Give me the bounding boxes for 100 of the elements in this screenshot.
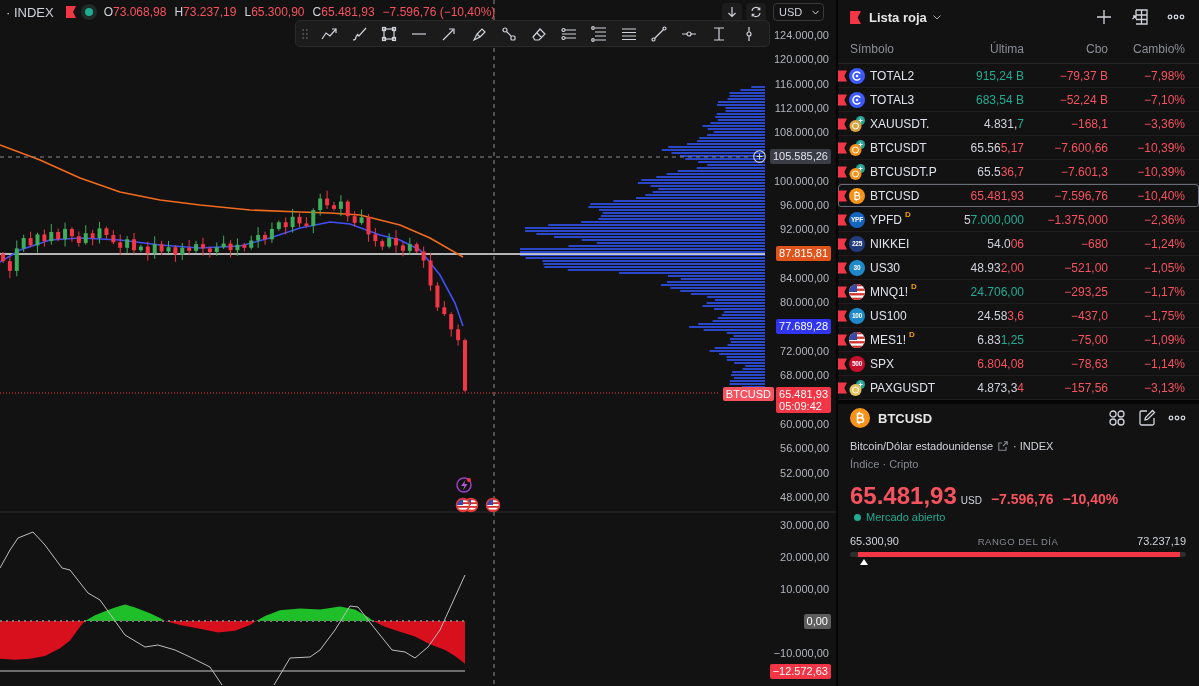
caret-icon[interactable] <box>932 14 941 20</box>
scroll-down-button[interactable] <box>722 3 742 21</box>
add-icon[interactable] <box>1095 8 1113 26</box>
diagonal-line-icon[interactable] <box>650 24 668 43</box>
price-change: −7.596,76 <box>1054 188 1108 203</box>
price-change: −52,24 B <box>1059 92 1108 107</box>
watchlist-row[interactable]: BTCUSDT 65.565,17 −7.600,66 −10,39% <box>838 136 1199 160</box>
symbol-name: BTCUSDT <box>870 140 927 155</box>
axis-label: 80.000,00 <box>780 296 829 309</box>
last-price: 65.481,93 <box>850 482 957 510</box>
price-change: −7.596,76 <box>990 491 1054 507</box>
column-header[interactable]: Cambio% <box>1132 41 1185 56</box>
last-price: 24.583,6 <box>977 308 1024 323</box>
axis-label: 56.000,00 <box>780 442 829 455</box>
edit-icon[interactable] <box>1138 409 1156 427</box>
symbol-name: US30 <box>870 260 901 275</box>
price-change: −680 <box>1080 236 1108 251</box>
last-price-value: 65.481,93 <box>779 387 828 400</box>
axis-label: 20.000,00 <box>780 551 829 564</box>
last-price: 915,24 B <box>975 68 1024 83</box>
watchlist-row[interactable]: BTCUSD 65.481,93 −7.596,76 −10,40% <box>838 184 1199 208</box>
bitcoin-icon <box>850 408 870 428</box>
symbol-title[interactable]: · INDEX <box>6 4 54 20</box>
symbol-name: BTCUSD <box>870 188 920 203</box>
symbol-name: XAUUSDT. <box>870 116 930 131</box>
price-change: −7.601,3 <box>1060 164 1108 179</box>
percent-change: −1,09% <box>1143 332 1185 347</box>
us-flag-icon[interactable] <box>455 497 471 513</box>
last-price: 65.536,7 <box>977 164 1024 179</box>
watchlist-row[interactable]: MES1! D 6.831,25 −75,00 −1,09% <box>838 328 1199 352</box>
list-title[interactable]: Lista roja <box>869 9 927 25</box>
percent-change: −2,36% <box>1143 212 1185 227</box>
flag-icon[interactable] <box>850 10 861 24</box>
last-price: 48.932,00 <box>970 260 1024 275</box>
percent-change: −10,40% <box>1137 188 1185 203</box>
sync-button[interactable] <box>746 3 766 21</box>
axis-label: 72.000,00 <box>780 345 829 358</box>
ohlc-value: C65.481,93 <box>312 5 375 19</box>
us-flag-icon[interactable] <box>485 497 501 513</box>
axis-label: 30.000,00 <box>780 519 829 532</box>
flag-icon[interactable] <box>65 6 76 18</box>
last-price: 6.831,25 <box>977 332 1024 347</box>
price-change: −79,37 B <box>1059 68 1108 83</box>
axis-label: 60.000,00 <box>780 418 829 430</box>
watchlist-row[interactable]: BTCUSDT.P 65.536,7 −7.601,3 −10,39% <box>838 160 1199 184</box>
circular-arrows-icon <box>750 6 762 18</box>
axis-label: 100.000,00 <box>773 174 829 187</box>
watchlist-row[interactable]: XAUUSDT. 4.831,7 −168,1 −3,36% <box>838 112 1199 136</box>
external-link-icon[interactable] <box>998 441 1009 451</box>
column-header[interactable]: Cbo <box>1086 41 1108 56</box>
symbol-name: US100 <box>870 308 907 323</box>
range-low: 65.300,90 <box>850 535 899 547</box>
column-header[interactable]: Símbolo <box>850 41 895 56</box>
symbol-name: MES1! <box>870 332 906 347</box>
axis-label: −10.000,00 <box>773 647 829 660</box>
last-price: 54.006 <box>987 236 1024 251</box>
zero-value-tag: 0,00 <box>803 613 831 629</box>
down-arrow-icon <box>726 6 738 18</box>
percent-change: −1,05% <box>1143 260 1185 275</box>
percent-change: −3,36% <box>1143 116 1185 131</box>
percent-change: −1,75% <box>1143 308 1185 323</box>
lightning-icon[interactable] <box>456 477 472 493</box>
last-price: 57.000,000 <box>963 212 1024 227</box>
fib-lines-icon[interactable] <box>590 24 608 43</box>
circles-grid-icon[interactable] <box>1108 409 1126 427</box>
last-price: 24.706,00 <box>970 284 1024 299</box>
column-header[interactable]: Última <box>990 41 1024 56</box>
rectangle-icon[interactable] <box>380 24 398 43</box>
symbol-name: MNQ1! <box>870 284 908 299</box>
currency-dropdown[interactable]: USD <box>773 3 824 21</box>
add-icon[interactable] <box>752 150 766 164</box>
watchlist-row[interactable]: TOTAL3 683,54 B −52,24 B −7,10% <box>838 88 1199 112</box>
axis-label: 92.000,00 <box>780 223 829 236</box>
node-path-icon[interactable] <box>500 24 518 43</box>
symbol-name: PAXGUSDT <box>870 380 936 395</box>
ohlc-value: O73.068,98 <box>103 5 167 19</box>
watchlist-row[interactable]: MNQ1! D 24.706,00 −293,25 −1,17% <box>838 280 1199 304</box>
percent-change: −7,98% <box>1143 68 1185 83</box>
price-change: −75,00 <box>1070 332 1108 347</box>
watchlist-row[interactable]: TOTAL2 915,24 B −79,37 B −7,98% <box>838 64 1199 88</box>
crosshair-price-tag: 105.585,26 <box>769 149 831 165</box>
price-change: −293,25 <box>1064 284 1108 299</box>
axis-label: 96.000,00 <box>780 199 829 212</box>
exchange-name: · INDEX <box>1013 440 1054 452</box>
grip-icon[interactable] <box>302 27 308 40</box>
last-price: 4.873,34 <box>977 380 1024 395</box>
axis-label: 48.000,00 <box>780 490 829 503</box>
table-icon[interactable] <box>1131 8 1149 26</box>
bitcoin-icon <box>849 187 865 204</box>
percent-change: −7,10% <box>1143 92 1185 107</box>
last-price: 4.831,7 <box>983 116 1024 131</box>
market-status: Mercado abierto <box>866 511 946 523</box>
average-price-tag: 77.689,28 <box>776 319 831 335</box>
percent-change: −10,40% <box>1062 491 1119 507</box>
percent-change: −1,24% <box>1143 236 1185 251</box>
symbol-name: BTCUSDT.P <box>870 164 937 179</box>
percent-change: −10,39% <box>1137 140 1185 155</box>
axis-label: 120.000,00 <box>773 53 829 66</box>
instrument-name: Bitcoin/Dólar estadounidense <box>850 440 994 452</box>
countdown-timer: 05:09:42 <box>779 399 822 412</box>
